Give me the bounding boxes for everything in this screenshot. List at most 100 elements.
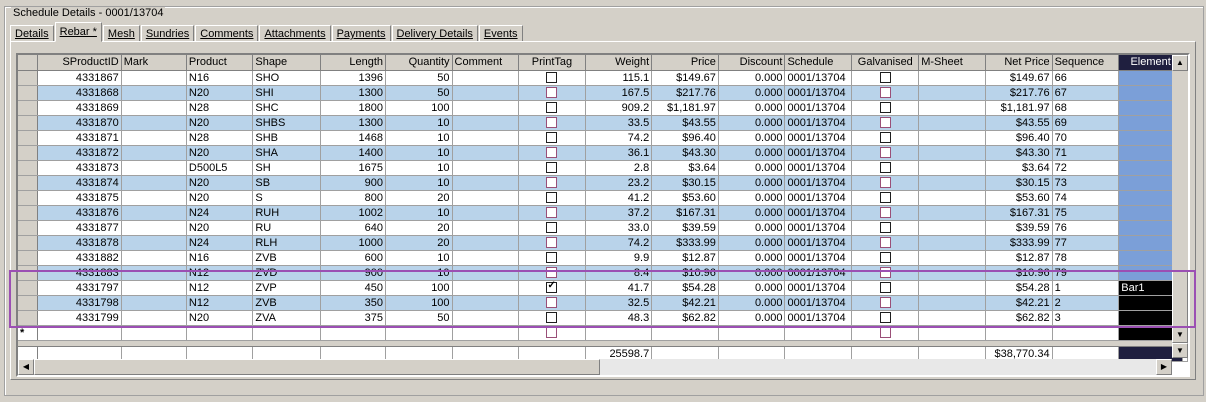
cell-schedule[interactable]: 0001/13704 <box>784 115 853 131</box>
cell-price[interactable]: $333.99 <box>651 235 719 251</box>
galvanised-checkbox[interactable] <box>879 207 891 219</box>
cell-galv[interactable] <box>851 160 920 176</box>
cell-product[interactable]: N20 <box>186 145 254 161</box>
new-row-cell[interactable] <box>121 325 187 341</box>
cell-msheet[interactable] <box>918 310 986 326</box>
cell-net[interactable]: $3.64 <box>985 160 1053 176</box>
cell-price[interactable]: $30.15 <box>651 175 719 191</box>
cell-seq[interactable]: 67 <box>1052 85 1120 101</box>
new-row-cell[interactable] <box>385 325 453 341</box>
cell-mark[interactable] <box>121 220 187 236</box>
cell-product[interactable]: N24 <box>186 205 254 221</box>
cell-net[interactable]: $167.31 <box>985 205 1053 221</box>
galvanised-checkbox[interactable] <box>879 192 891 204</box>
cell-qty[interactable]: 100 <box>385 295 453 311</box>
new-row-cell[interactable] <box>186 325 254 341</box>
cell-qty[interactable]: 10 <box>385 175 453 191</box>
cell-msheet[interactable] <box>918 295 986 311</box>
cell-galv[interactable] <box>851 115 920 131</box>
column-header-weight[interactable]: Weight <box>585 55 653 71</box>
cell-net[interactable]: $43.30 <box>985 145 1053 161</box>
cell-price[interactable]: $149.67 <box>651 70 719 86</box>
cell-qty[interactable]: 50 <box>385 85 453 101</box>
cell-length[interactable]: 375 <box>320 310 387 326</box>
cell-net[interactable]: $12.87 <box>985 250 1053 266</box>
cell-seq[interactable]: 71 <box>1052 145 1120 161</box>
cell-qty[interactable]: 10 <box>385 265 453 281</box>
row-selector-header[interactable] <box>18 55 39 71</box>
new-row-cell[interactable] <box>651 325 719 341</box>
cell-galv[interactable] <box>851 130 920 146</box>
row-selector[interactable] <box>18 235 39 251</box>
printtag-checkbox[interactable] <box>546 102 558 114</box>
cell-printtag[interactable] <box>518 295 586 311</box>
cell-printtag[interactable] <box>518 235 586 251</box>
cell-discount[interactable]: 0.000 <box>718 70 786 86</box>
column-header-price[interactable]: Price <box>651 55 719 71</box>
table-row[interactable]: 4331873 D500L5 SH 1675 10 2.8 $3.64 0.000 0001/1… <box>18 160 1188 176</box>
cell-comment[interactable] <box>452 310 520 326</box>
cell-price[interactable]: $54.28 <box>651 280 719 296</box>
cell-weight[interactable]: 2.8 <box>585 160 653 176</box>
cell-msheet[interactable] <box>918 160 986 176</box>
cell-length[interactable]: 1002 <box>320 205 387 221</box>
cell-length[interactable]: 900 <box>320 265 387 281</box>
table-row[interactable]: 4331867 N16 SHO 1396 50 115.1 $149.67 0.000 0001… <box>18 70 1188 86</box>
cell-qty[interactable]: 50 <box>385 310 453 326</box>
cell-seq[interactable]: 72 <box>1052 160 1120 176</box>
cell-mark[interactable] <box>121 115 187 131</box>
cell-msheet[interactable] <box>918 145 986 161</box>
cell-price[interactable]: $217.76 <box>651 85 719 101</box>
cell-galv[interactable] <box>851 280 920 296</box>
row-selector[interactable] <box>18 220 39 236</box>
cell-qty[interactable]: 100 <box>385 280 453 296</box>
cell-net[interactable]: $333.99 <box>985 235 1053 251</box>
cell-schedule[interactable]: 0001/13704 <box>784 310 853 326</box>
column-header-net-price[interactable]: Net Price <box>985 55 1053 71</box>
scroll-right-button[interactable]: ▶ <box>1156 359 1172 375</box>
cell-msheet[interactable] <box>918 250 986 266</box>
galvanised-checkbox[interactable] <box>879 87 891 99</box>
cell-printtag[interactable] <box>518 220 586 236</box>
cell-weight[interactable]: 41.2 <box>585 190 653 206</box>
cell-net[interactable]: $149.67 <box>985 70 1053 86</box>
cell-id[interactable]: 4331876 <box>37 205 122 221</box>
cell-msheet[interactable] <box>918 100 986 116</box>
row-selector[interactable] <box>18 130 39 146</box>
scroll-down-button[interactable]: ▼ <box>1172 327 1188 343</box>
cell-qty[interactable]: 10 <box>385 115 453 131</box>
printtag-checkbox[interactable] <box>546 297 558 309</box>
cell-mark[interactable] <box>121 85 187 101</box>
cell-seq[interactable]: 68 <box>1052 100 1120 116</box>
cell-length[interactable]: 1000 <box>320 235 387 251</box>
cell-mark[interactable] <box>121 145 187 161</box>
cell-schedule[interactable]: 0001/13704 <box>784 160 853 176</box>
printtag-checkbox[interactable] <box>546 162 558 174</box>
cell-mark[interactable] <box>121 295 187 311</box>
cell-product[interactable]: N16 <box>186 250 254 266</box>
cell-mark[interactable] <box>121 250 187 266</box>
cell-schedule[interactable]: 0001/13704 <box>784 250 853 266</box>
cell-product[interactable]: N24 <box>186 235 254 251</box>
cell-qty[interactable]: 20 <box>385 190 453 206</box>
scroll-left-button[interactable]: ◀ <box>18 359 34 375</box>
cell-qty[interactable]: 50 <box>385 70 453 86</box>
cell-mark[interactable] <box>121 160 187 176</box>
cell-id[interactable]: 4331873 <box>37 160 122 176</box>
printtag-checkbox[interactable] <box>546 312 558 324</box>
cell-comment[interactable] <box>452 100 520 116</box>
cell-shape[interactable]: S <box>252 190 321 206</box>
galvanised-checkbox[interactable] <box>879 117 891 129</box>
column-header-shape[interactable]: Shape <box>252 55 321 71</box>
cell-seq[interactable]: 75 <box>1052 205 1120 221</box>
cell-product[interactable]: N20 <box>186 85 254 101</box>
cell-id[interactable]: 4331874 <box>37 175 122 191</box>
cell-discount[interactable]: 0.000 <box>718 145 786 161</box>
cell-galv[interactable] <box>851 190 920 206</box>
table-row[interactable]: 4331868 N20 SHI 1300 50 167.5 $217.76 0.000 0001… <box>18 85 1188 101</box>
cell-price[interactable]: $10.96 <box>651 265 719 281</box>
cell-net[interactable]: $30.15 <box>985 175 1053 191</box>
galvanised-checkbox[interactable] <box>879 222 891 234</box>
column-header-length[interactable]: Length <box>320 55 387 71</box>
cell-galv[interactable] <box>851 265 920 281</box>
